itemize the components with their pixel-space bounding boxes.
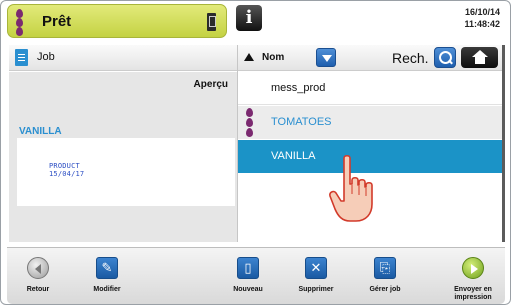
preview-line-2: 15/04/17 — [49, 170, 85, 178]
search-label: Rech. — [392, 50, 429, 66]
back-button[interactable]: Retour — [9, 250, 67, 304]
preview-message-text: PRODUCT 15/04/17 — [49, 162, 84, 178]
edit-label: Modifier — [93, 286, 121, 293]
delete-button[interactable]: ✕ Supprimer — [287, 250, 345, 304]
send-to-print-label: Envoyer en impression — [454, 286, 492, 301]
status-bar[interactable]: Prêt — [7, 4, 227, 38]
manage-job-button[interactable]: ⎘ Gérer job — [356, 250, 414, 304]
edit-button[interactable]: ✎ Modifier — [78, 250, 136, 304]
new-label: Nouveau — [233, 286, 263, 293]
bottom-toolbar: Retour ✎ Modifier ▯ Nouveau ✕ Supprimer … — [7, 247, 505, 304]
send-to-print-icon — [462, 257, 484, 279]
message-preview: PRODUCT 15/04/17 — [17, 138, 235, 206]
list-item-label: TOMATOES — [271, 116, 332, 128]
ink-drops-icon — [246, 108, 254, 137]
clock: 16/10/14 11:48:42 — [464, 6, 500, 30]
document-icon — [15, 49, 28, 66]
back-icon — [27, 257, 49, 279]
list-item-label: mess_prod — [271, 82, 326, 94]
job-header: Job — [9, 45, 237, 71]
back-label: Retour — [26, 286, 50, 293]
new-button[interactable]: ▯ Nouveau — [219, 250, 277, 304]
preview-label: Aperçu — [193, 79, 228, 90]
app-frame: Prêt i 16/10/14 11:48:42 Job Nom Rech. A… — [0, 0, 511, 305]
search-button[interactable] — [434, 47, 456, 68]
list-item-label: VANILLA — [271, 150, 316, 162]
preview-panel: Aperçu VANILLA PRODUCT 15/04/17 — [9, 72, 237, 242]
sort-dropdown-button[interactable] — [316, 48, 336, 67]
send-to-print-button[interactable]: Envoyer en impression — [444, 250, 502, 304]
new-document-icon: ▯ — [237, 257, 259, 279]
delete-icon: ✕ — [305, 257, 327, 279]
clock-date: 16/10/14 — [464, 7, 500, 17]
list-item-tomatoes[interactable]: TOMATOES — [238, 106, 502, 139]
list-item-mess-prod[interactable]: mess_prod — [238, 72, 502, 105]
list-header: Nom Rech. — [238, 45, 502, 71]
sort-label[interactable]: Nom — [262, 52, 284, 63]
scrollbar[interactable] — [502, 45, 505, 242]
hand-cursor-icon — [329, 154, 373, 222]
job-header-label: Job — [37, 51, 55, 63]
manage-job-icon: ⎘ — [374, 257, 396, 279]
clock-time: 11:48:42 — [464, 19, 500, 29]
info-icon[interactable]: i — [236, 5, 262, 31]
usb-icon — [207, 13, 216, 31]
delete-label: Supprimer — [298, 286, 334, 293]
preview-job-name: VANILLA — [19, 126, 62, 137]
home-button[interactable] — [461, 47, 498, 68]
preview-line-1: PRODUCT — [49, 162, 80, 170]
edit-icon: ✎ — [96, 257, 118, 279]
ink-drops-icon — [16, 9, 24, 36]
sort-ascending-icon[interactable] — [244, 53, 254, 61]
manage-job-label: Gérer job — [369, 286, 401, 293]
status-title: Prêt — [42, 13, 72, 30]
